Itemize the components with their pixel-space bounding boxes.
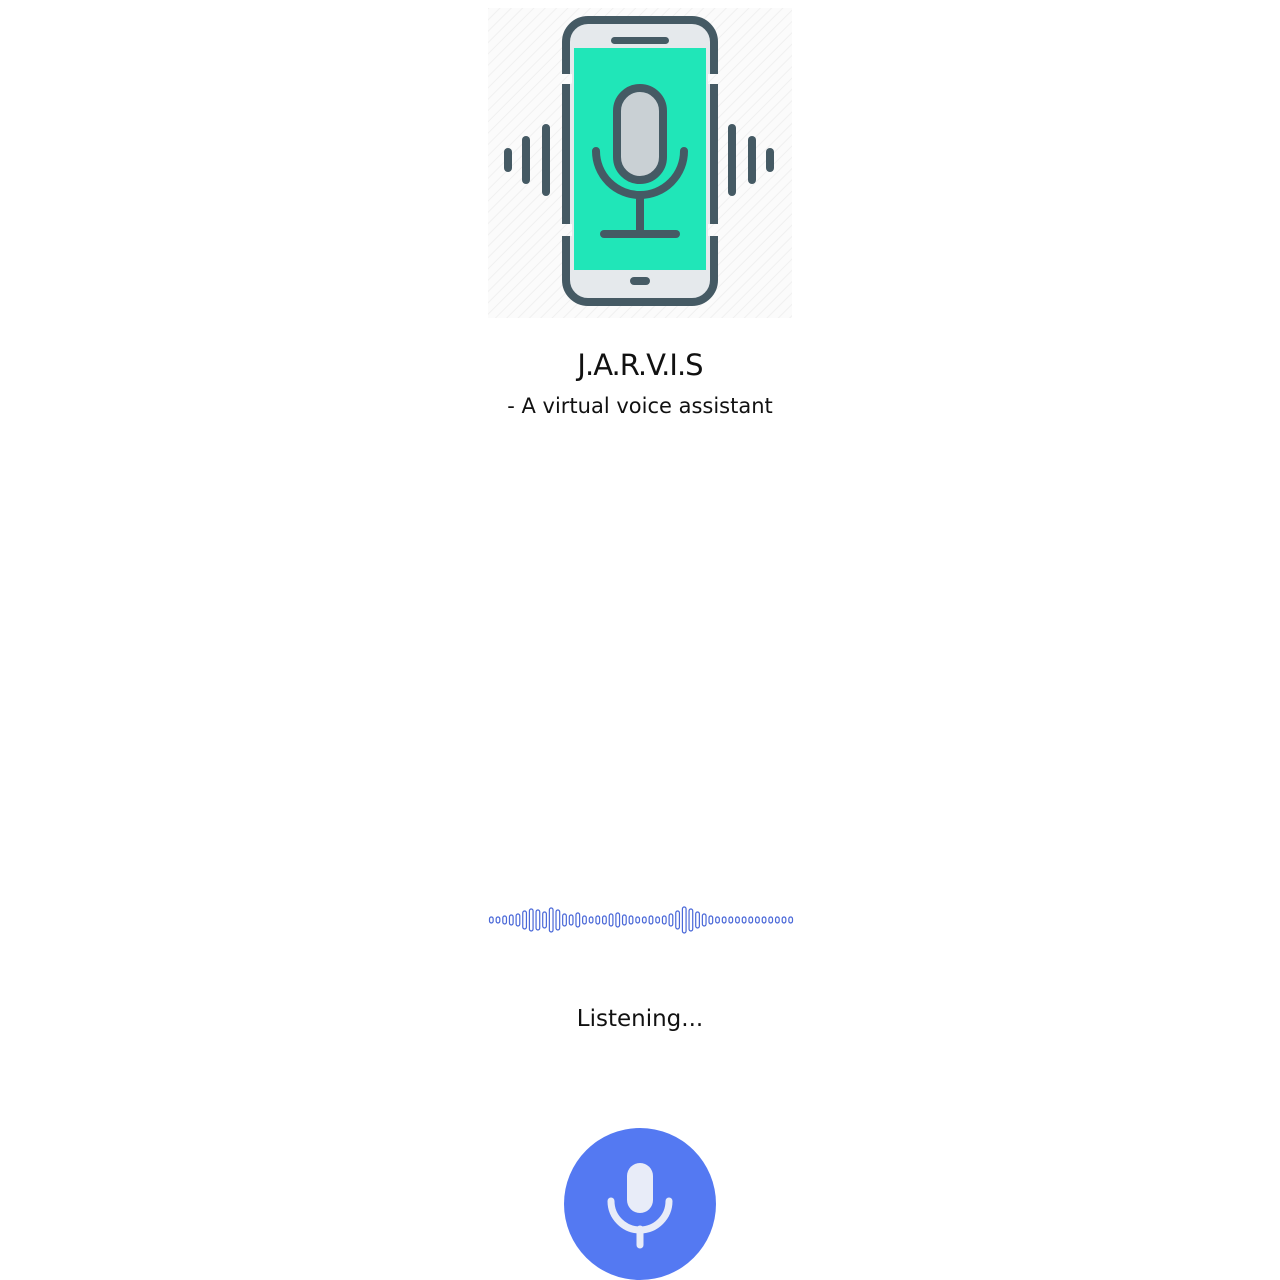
waveform-bar (608, 913, 614, 927)
waveform-bar (668, 913, 674, 927)
app-title: J.A.R.V.I.S (577, 348, 703, 382)
audio-waveform (488, 900, 794, 940)
waveform-bar (502, 915, 508, 925)
waveform-bar (655, 916, 661, 924)
waveform-bar (774, 916, 780, 924)
waveform-bar (728, 916, 734, 924)
waveform-bar (595, 915, 601, 925)
waveform-bar (575, 912, 581, 928)
waveform-bar (568, 914, 574, 926)
waveform-bar (761, 916, 767, 924)
waveform-bar (681, 906, 687, 934)
waveform-bar (641, 916, 647, 924)
waveform-bar (508, 914, 514, 926)
waveform-bar (588, 916, 594, 924)
app-logo (488, 8, 792, 318)
waveform-bar (615, 912, 621, 928)
waveform-bars (488, 906, 794, 934)
mic-button[interactable] (564, 1128, 716, 1280)
waveform-bar (515, 913, 521, 927)
waveform-bar (601, 915, 607, 925)
waveform-bar (542, 911, 547, 929)
waveform-bar (535, 909, 541, 931)
waveform-bar (555, 909, 561, 931)
waveform-bar (741, 916, 747, 924)
waveform-bar (781, 916, 787, 924)
waveform-bar (648, 915, 654, 925)
waveform-bar (495, 916, 501, 924)
waveform-bar (488, 916, 494, 924)
waveform-bar (735, 916, 740, 924)
waveform-bar (708, 915, 714, 925)
microphone-icon (607, 1163, 673, 1249)
waveform-bar (675, 910, 681, 930)
waveform-bar (768, 916, 774, 924)
status-text: Listening... (576, 1006, 704, 1032)
waveform-bar (748, 916, 754, 924)
waveform-bar (522, 910, 528, 930)
waveform-bar (582, 915, 587, 925)
waveform-bar (528, 908, 534, 932)
waveform-bar (621, 914, 627, 926)
phone-microphone-icon (488, 8, 792, 318)
app-subtitle: - A virtual voice assistant (507, 394, 773, 418)
waveform-bar (661, 915, 667, 925)
waveform-bar (562, 913, 567, 927)
waveform-bar (788, 916, 794, 924)
waveform-bar (548, 907, 554, 933)
waveform-bar (721, 916, 727, 924)
waveform-bar (695, 911, 700, 929)
waveform-bar (701, 913, 707, 927)
waveform-bar (688, 908, 694, 932)
waveform-bar (754, 916, 760, 924)
waveform-bar (715, 916, 720, 924)
waveform-bar (635, 916, 641, 924)
waveform-bar (628, 915, 634, 925)
